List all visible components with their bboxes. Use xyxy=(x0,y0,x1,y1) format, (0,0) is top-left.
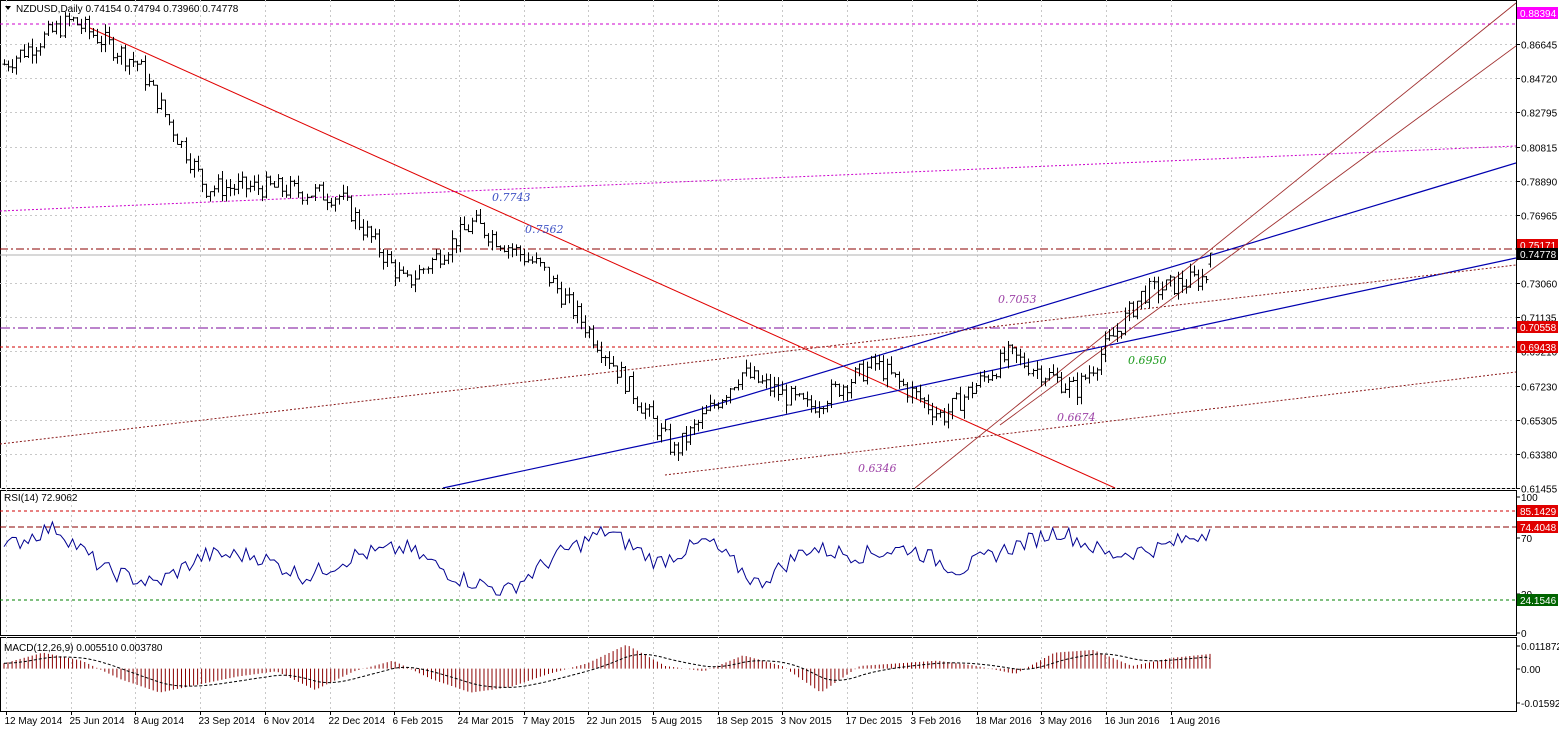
time-tick-label: 18 Sep 2015 xyxy=(717,716,774,727)
price-tick-label: 0.78890 xyxy=(1521,178,1558,189)
time-tick-label: 25 Jun 2014 xyxy=(70,716,125,727)
time-tick-label: 3 Nov 2015 xyxy=(781,716,833,727)
price-tick-label: 0.84720 xyxy=(1521,75,1558,86)
price-chart[interactable]: 0.7743 0.7562 0.7053 0.6950 0.6674 0.634… xyxy=(0,0,1559,732)
rsi-badge-label: 74.4048 xyxy=(1520,523,1557,534)
rsi-tick-label: 100 xyxy=(1521,493,1538,504)
price-badge-label: 0.88394 xyxy=(1520,9,1557,20)
main-panel[interactable] xyxy=(0,0,1517,489)
price-badge-label: 0.70558 xyxy=(1520,323,1557,334)
price-badge-label: 0.74778 xyxy=(1520,250,1557,261)
macd-tick-label: -0.015920 xyxy=(1521,699,1559,710)
rsi-tick-label: 70 xyxy=(1521,534,1533,545)
time-tick-label: 7 May 2015 xyxy=(523,716,576,727)
macd-panel[interactable] xyxy=(0,637,1517,712)
time-tick-label: 6 Nov 2014 xyxy=(264,716,316,727)
annotation-07743: 0.7743 xyxy=(492,191,531,204)
rsi-badge-label: 85.1429 xyxy=(1520,507,1557,518)
time-tick-label: 23 Sep 2014 xyxy=(199,716,256,727)
time-tick-label: 6 Feb 2015 xyxy=(393,716,444,727)
macd-label: MACD(12,26,9) 0.005510 0.003780 xyxy=(4,643,163,654)
time-tick-label: 3 Feb 2016 xyxy=(911,716,962,727)
price-tick-label: 0.80815 xyxy=(1521,144,1558,155)
annotation-07053: 0.7053 xyxy=(998,293,1037,306)
time-tick-label: 12 May 2014 xyxy=(5,716,63,727)
rsi-tick-label: 0 xyxy=(1521,629,1527,640)
time-tick-label: 22 Jun 2015 xyxy=(587,716,642,727)
price-tick-label: 0.86645 xyxy=(1521,41,1558,52)
price-tick-label: 0.73060 xyxy=(1521,280,1558,291)
annotation-06950: 0.6950 xyxy=(1128,354,1167,367)
rsi-badge-label: 24.1546 xyxy=(1520,596,1557,607)
time-tick-label: 22 Dec 2014 xyxy=(329,716,386,727)
time-tick-label: 16 Jun 2016 xyxy=(1105,716,1160,727)
annotation-06674: 0.6674 xyxy=(1057,411,1096,424)
price-tick-label: 0.63380 xyxy=(1521,451,1558,462)
price-tick-label: 0.65305 xyxy=(1521,417,1558,428)
time-tick-label: 1 Aug 2016 xyxy=(1170,716,1221,727)
time-tick-label: 8 Aug 2014 xyxy=(134,716,185,727)
rsi-panel[interactable] xyxy=(0,490,1517,636)
time-tick-label: 3 May 2016 xyxy=(1040,716,1093,727)
time-tick-label: 24 Mar 2015 xyxy=(458,716,515,727)
time-tick-label: 17 Dec 2015 xyxy=(846,716,903,727)
price-tick-label: 0.67230 xyxy=(1521,383,1558,394)
macd-tick-label: 0.00 xyxy=(1521,665,1541,676)
time-tick-label: 18 Mar 2016 xyxy=(976,716,1033,727)
time-tick-label: 5 Aug 2015 xyxy=(652,716,703,727)
annotation-06346: 0.6346 xyxy=(858,462,897,475)
symbol-label: NZDUSD,Daily 0.74154 0.74794 0.73960 0.7… xyxy=(16,4,239,15)
annotation-07562: 0.7562 xyxy=(525,223,564,236)
rsi-label: RSI(14) 72.9062 xyxy=(4,493,78,504)
macd-tick-label: 0.011872 xyxy=(1521,642,1559,653)
price-tick-label: 0.76965 xyxy=(1521,212,1558,223)
price-badge-label: 0.69438 xyxy=(1520,343,1557,354)
price-tick-label: 0.82795 xyxy=(1521,109,1558,120)
